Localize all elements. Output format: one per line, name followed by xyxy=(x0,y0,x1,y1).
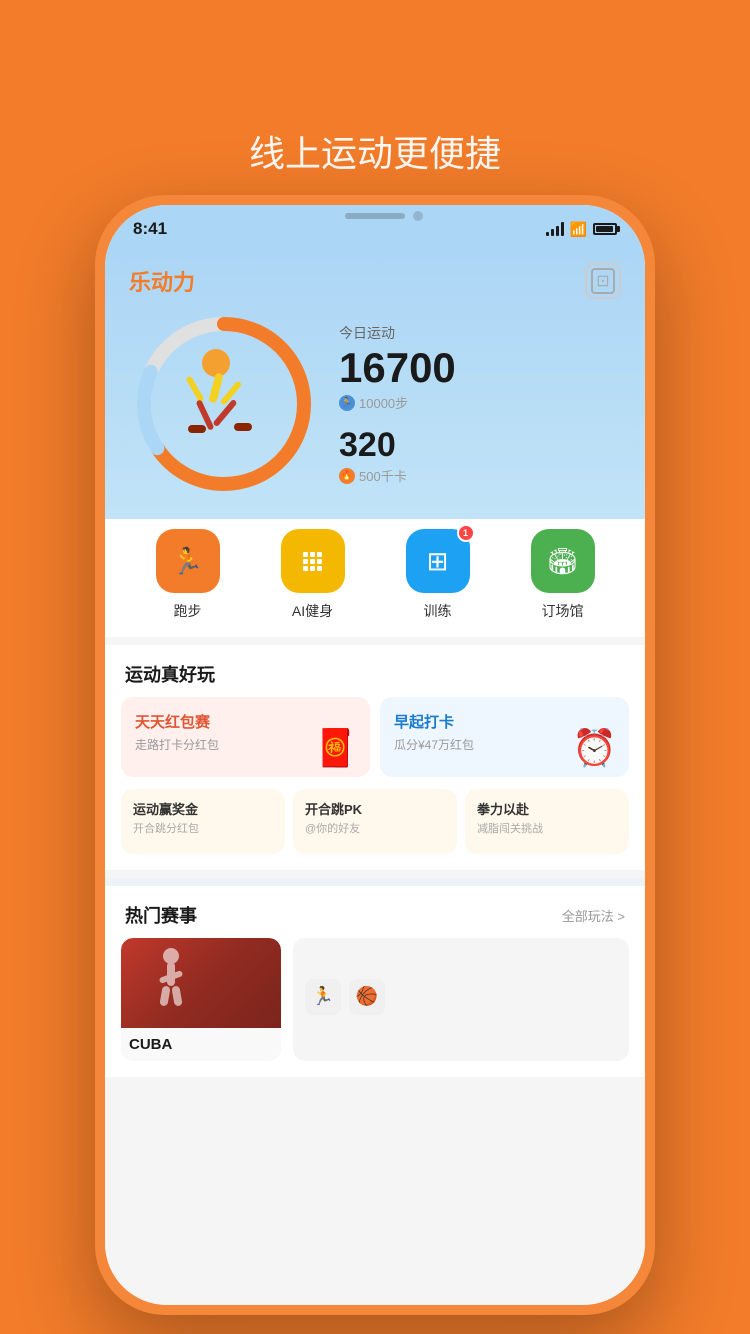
ai-fitness-label: AI健身 xyxy=(292,601,333,621)
cuba-info: CUBA xyxy=(121,1028,281,1061)
calories-goal-icon: 🔥 xyxy=(339,468,355,484)
app-content: 乐动力 ⊡ xyxy=(105,249,645,1305)
hot-section: 热门赛事 全部玩法 > xyxy=(105,886,645,1077)
steps-goal-icon: 🏃 xyxy=(339,395,355,411)
booking-icon: 🏟 xyxy=(531,529,595,593)
app-logo: 乐动力 xyxy=(129,265,195,297)
scan-icon: ⊡ xyxy=(591,268,614,294)
small-card-jumping[interactable]: 开合跳PK @你的好友 xyxy=(293,789,457,854)
event-icons: 🏃 🏀 xyxy=(305,979,617,1015)
running-icon: 🏃 xyxy=(156,529,220,593)
quick-actions: 🏃 跑步 xyxy=(105,519,645,637)
red-packet-emoji: 🧧 xyxy=(313,727,358,769)
hot-header: 热门赛事 全部玩法 > xyxy=(105,886,645,938)
activity-label: 今日运动 xyxy=(339,323,621,343)
status-time: 8:41 xyxy=(133,219,167,239)
calories-goal-text: 500千卡 xyxy=(359,466,407,485)
sport-win-title: 运动赢奖金 xyxy=(133,799,273,818)
divider-1 xyxy=(105,637,645,645)
calories-goal: 🔥 500千卡 xyxy=(339,466,621,485)
status-icons: 📶 xyxy=(546,221,617,238)
event-icon-1: 🏃 xyxy=(305,979,341,1015)
event-icon-2: 🏀 xyxy=(349,979,385,1015)
activity-section: 今日运动 16700 🏃 10000步 320 🔥 500千卡 xyxy=(105,309,645,519)
scan-button[interactable]: ⊡ xyxy=(585,263,621,299)
training-badge: 1 xyxy=(457,524,475,542)
sport-win-subtitle: 开合跳分红包 xyxy=(133,820,273,836)
divider-2 xyxy=(105,870,645,878)
small-card-sport-win[interactable]: 运动赢奖金 开合跳分红包 xyxy=(121,789,285,854)
hot-title: 热门赛事 xyxy=(125,902,197,928)
activity-ring xyxy=(129,309,319,499)
steps-goal: 🏃 10000步 xyxy=(339,393,621,412)
steps-goal-text: 10000步 xyxy=(359,393,408,412)
running-label: 跑步 xyxy=(174,601,202,621)
phone-inner-frame: 8:41 📶 乐动力 xyxy=(105,205,645,1305)
training-label: 训练 xyxy=(424,601,452,621)
cuba-image xyxy=(121,938,281,1028)
checkin-emoji: ⏰ xyxy=(572,727,617,769)
event-cards: CUBA 🏃 🏀 xyxy=(105,938,645,1077)
small-card-fist[interactable]: 拳力以赴 减脂闯关挑战 xyxy=(465,789,629,854)
fun-card-red-packet[interactable]: 天天红包赛 走路打卡分红包 🧧 xyxy=(121,697,370,777)
stats-container: 今日运动 16700 🏃 10000步 320 🔥 500千卡 xyxy=(339,323,621,485)
wifi-icon: 📶 xyxy=(570,221,587,238)
fist-title: 拳力以赴 xyxy=(477,799,617,818)
phone-mockup: 8:41 📶 乐动力 xyxy=(95,195,655,1315)
booking-label: 订场馆 xyxy=(542,601,584,621)
page-subtitle: 线上运动更便捷 xyxy=(0,125,750,177)
hot-more-link[interactable]: 全部玩法 > xyxy=(562,906,625,925)
phone-outer-frame: 8:41 📶 乐动力 xyxy=(95,195,655,1315)
fist-subtitle: 减脂闯关挑战 xyxy=(477,820,617,836)
ai-fitness-icon xyxy=(281,529,345,593)
action-training[interactable]: ⊞ 1 训练 xyxy=(406,529,470,621)
running-figure xyxy=(174,349,274,459)
signal-icon xyxy=(546,222,564,236)
jumping-title: 开合跳PK xyxy=(305,799,445,818)
jumping-subtitle: @你的好友 xyxy=(305,820,445,836)
fun-grid: 天天红包赛 走路打卡分红包 🧧 早起打卡 瓜分¥47万红包 ⏰ xyxy=(105,697,645,789)
phone-notch xyxy=(305,205,445,233)
event-card-other[interactable]: 🏃 🏀 xyxy=(293,938,629,1061)
action-booking[interactable]: 🏟 订场馆 xyxy=(531,529,595,621)
training-icon: ⊞ 1 xyxy=(406,529,470,593)
action-ai-fitness[interactable]: AI健身 xyxy=(281,529,345,621)
action-running[interactable]: 🏃 跑步 xyxy=(156,529,220,621)
app-header: 乐动力 ⊡ xyxy=(105,249,645,309)
steps-count: 16700 xyxy=(339,347,621,389)
small-cards: 运动赢奖金 开合跳分红包 开合跳PK @你的好友 拳力以赴 减脂闯关挑战 xyxy=(105,789,645,870)
cuba-name: CUBA xyxy=(129,1036,273,1053)
fun-section: 运动真好玩 天天红包赛 走路打卡分红包 🧧 早起打卡 瓜分¥47万红包 ⏰ xyxy=(105,645,645,870)
battery-icon xyxy=(593,223,617,235)
event-card-cuba[interactable]: CUBA xyxy=(121,938,281,1061)
fun-section-title: 运动真好玩 xyxy=(105,645,645,697)
fun-card-checkin[interactable]: 早起打卡 瓜分¥47万红包 ⏰ xyxy=(380,697,629,777)
calories-count: 320 xyxy=(339,428,621,462)
